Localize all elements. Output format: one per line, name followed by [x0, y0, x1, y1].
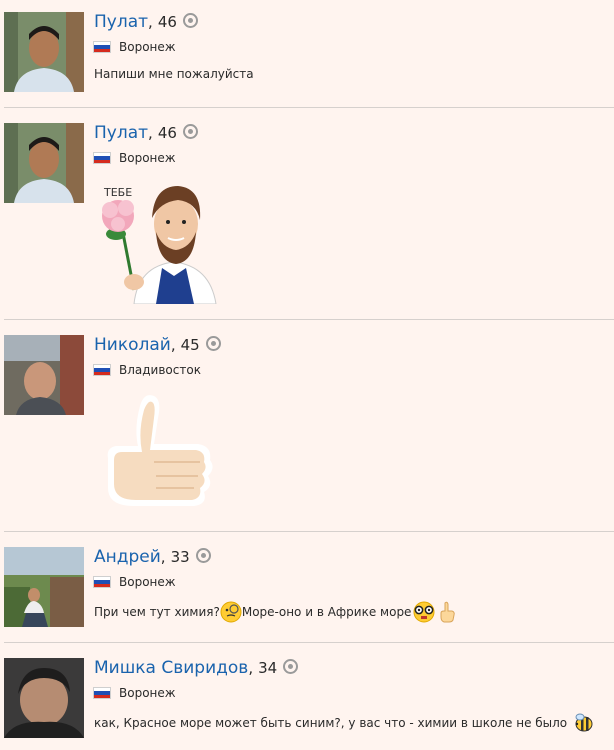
name-separator: , — [170, 336, 176, 354]
russia-flag-icon — [94, 153, 110, 163]
thumbs-up-sticker-icon — [107, 395, 213, 506]
user-location: Воронеж — [94, 685, 176, 701]
avatar[interactable] — [4, 335, 84, 415]
avatar-photo-icon — [4, 123, 84, 203]
post-divider — [4, 642, 614, 643]
avatar-photo-icon — [4, 335, 84, 415]
city-label: Воронеж — [119, 575, 176, 589]
status-icon — [182, 124, 198, 139]
user-name-link[interactable]: Пулат — [94, 123, 148, 143]
avatar[interactable] — [4, 12, 84, 92]
user-name-link[interactable]: Андрей — [94, 547, 161, 567]
russia-flag-icon — [94, 42, 110, 52]
name-separator: , — [148, 13, 153, 31]
avatar-photo-icon — [4, 658, 84, 738]
post-header: Николай , 45 — [94, 335, 221, 357]
user-name-link[interactable]: Пулат — [94, 12, 148, 32]
user-age: 46 — [157, 124, 177, 142]
pointing-up-emoji-icon — [440, 601, 456, 623]
status-icon — [283, 659, 299, 674]
avatar-photo-icon — [4, 547, 84, 627]
sticker-caption: ТЕБЕ — [103, 186, 132, 199]
message-text: как, Красное море может быть синим?, у в… — [94, 711, 594, 735]
russia-flag-icon — [94, 688, 110, 698]
post-divider — [4, 319, 614, 320]
bee-emoji-icon — [575, 713, 593, 732]
user-name-link[interactable]: Николай — [94, 335, 171, 355]
post-header: Андрей , 33 — [94, 547, 211, 569]
city-label: Владивосток — [119, 363, 201, 377]
user-age: 45 — [180, 336, 200, 354]
status-icon — [195, 548, 211, 563]
user-location: Воронеж — [94, 39, 176, 55]
status-icon — [205, 336, 221, 351]
avatar[interactable] — [4, 547, 84, 627]
post-header: Пулат , 46 — [94, 123, 198, 145]
sticker — [94, 388, 224, 518]
user-name-link[interactable]: Мишка Свиридов — [94, 658, 248, 678]
city-label: Воронеж — [119, 686, 176, 700]
message-text: Напиши мне пожалуйста — [94, 67, 254, 81]
city-label: Воронеж — [119, 151, 176, 165]
post-divider — [4, 107, 614, 108]
user-age: 34 — [258, 659, 278, 677]
russia-flag-icon — [94, 365, 110, 375]
name-separator: , — [148, 124, 153, 142]
status-icon — [182, 13, 198, 28]
message-text: При чем тут химия? Море-оно и в Африке м… — [94, 600, 457, 624]
post-header: Пулат , 46 — [94, 12, 198, 34]
message-part: При чем тут химия? — [94, 605, 220, 619]
user-location: Воронеж — [94, 574, 176, 590]
sticker: ТЕБЕ — [94, 178, 224, 308]
nerd-emoji-icon — [413, 601, 435, 623]
man-with-flower-sticker-icon: ТЕБЕ — [102, 186, 217, 305]
avatar[interactable] — [4, 123, 84, 203]
name-separator: , — [248, 659, 254, 677]
post-header: Мишка Свиридов , 34 — [94, 658, 299, 680]
message-part: как, Красное море может быть синим?, у в… — [94, 716, 568, 730]
russia-flag-icon — [94, 577, 110, 587]
post-divider — [4, 531, 614, 532]
user-location: Владивосток — [94, 362, 201, 378]
avatar-photo-icon — [4, 12, 84, 92]
city-label: Воронеж — [119, 40, 176, 54]
user-age: 46 — [157, 13, 177, 31]
user-age: 33 — [170, 548, 190, 566]
thinking-emoji-icon — [220, 601, 242, 623]
name-separator: , — [160, 548, 166, 566]
message-part: Море-оно и в Африке море — [241, 605, 412, 619]
user-location: Воронеж — [94, 150, 176, 166]
avatar[interactable] — [4, 658, 84, 738]
